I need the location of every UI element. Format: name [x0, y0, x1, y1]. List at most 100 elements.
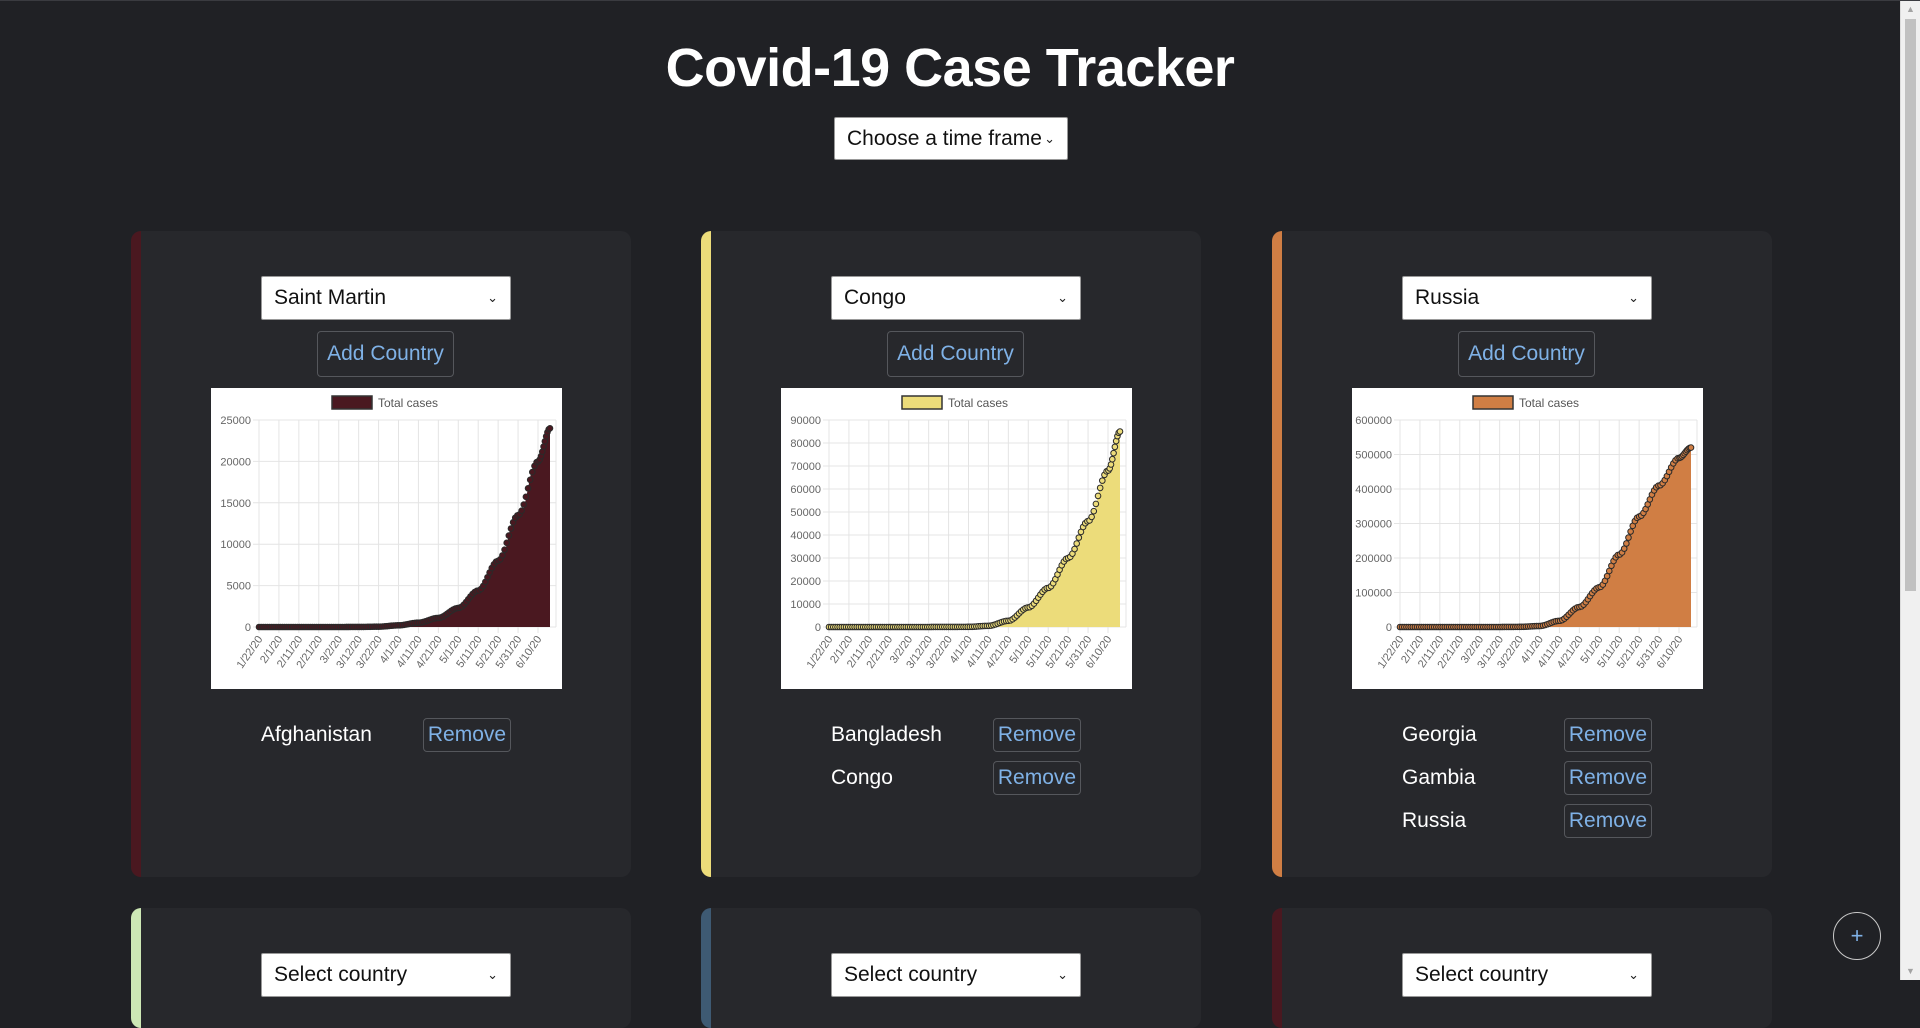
- data-point: [522, 493, 530, 501]
- country-select-value: Select country: [1415, 963, 1549, 986]
- data-point: [505, 532, 513, 539]
- country-card-3: Russia ⌄ Add Country Total cases 600000 50…: [1272, 231, 1772, 877]
- country-card-5: Select country ⌄: [701, 908, 1201, 1028]
- y-tick-label: 100000: [1355, 588, 1392, 600]
- y-tick-label: 10000: [790, 599, 821, 611]
- scrollbar-thumb[interactable]: [1905, 19, 1916, 591]
- remove-button[interactable]: Remove: [1564, 761, 1652, 795]
- data-point: [526, 476, 534, 484]
- country-select[interactable]: Congo ⌄: [831, 276, 1081, 320]
- add-country-button[interactable]: Add Country: [317, 331, 454, 377]
- data-point: [1088, 513, 1095, 521]
- country-select[interactable]: Select country ⌄: [1402, 953, 1652, 997]
- list-item: Congo Remove: [831, 761, 1081, 795]
- data-point: [499, 552, 506, 559]
- data-point: [546, 424, 554, 432]
- y-tick-label: 20000: [220, 456, 251, 468]
- data-point: [518, 507, 525, 514]
- chevron-down-icon: ⌄: [487, 290, 498, 305]
- card-accent: [701, 908, 711, 1028]
- y-tick-label: 25000: [220, 415, 251, 427]
- y-tick-label: 90000: [790, 415, 821, 427]
- data-point: [1092, 500, 1100, 508]
- chevron-down-icon: ⌄: [1057, 290, 1068, 305]
- data-point: [1625, 534, 1632, 541]
- card-accent: [131, 231, 141, 877]
- data-point: [1627, 528, 1634, 535]
- country-card-4: Select country ⌄: [131, 908, 631, 1028]
- country-name: Georgia: [1402, 723, 1477, 746]
- cases-chart: Total cases 600000 500000 400000 300000 20000…: [1352, 388, 1703, 689]
- page-title: Covid-19 Case Tracker: [665, 38, 1235, 98]
- data-point: [520, 501, 528, 508]
- country-card-6: Select country ⌄: [1272, 908, 1772, 1028]
- x-tick-label: 1/22/20: [1376, 634, 1407, 671]
- y-tick-label: 70000: [790, 461, 821, 473]
- legend-swatch: [331, 395, 373, 410]
- page: Covid-19 Case Tracker Choose a time fram…: [0, 1, 1900, 1028]
- chevron-down-icon: ⌄: [1044, 130, 1055, 146]
- country-select-value: Congo: [844, 286, 906, 309]
- data-point: [501, 546, 508, 553]
- legend-swatch: [1472, 395, 1514, 410]
- data-point: [529, 468, 536, 476]
- x-tick-label: 1/22/20: [235, 634, 266, 671]
- country-select[interactable]: Russia ⌄: [1402, 276, 1652, 320]
- scroll-up-arrow-icon[interactable]: ▲: [1901, 1, 1920, 18]
- remove-button[interactable]: Remove: [1564, 804, 1652, 838]
- data-point: [1116, 428, 1124, 435]
- country-card-2: Congo ⌄ Add Country Total cases 90000 8000…: [701, 231, 1201, 877]
- vertical-scrollbar[interactable]: ▲ ▼: [1900, 1, 1920, 980]
- data-point: [1075, 534, 1083, 541]
- data-point: [1687, 444, 1695, 451]
- chart-svg: Total cases 25000 20000 15000 10000 5000 01/22…: [220, 395, 557, 671]
- remove-button[interactable]: Remove: [993, 761, 1081, 795]
- data-point: [1090, 507, 1098, 515]
- data-point: [1094, 492, 1102, 500]
- chart-svg: Total cases 90000 80000 70000 60000 50000 4000…: [790, 395, 1127, 671]
- y-tick-label: 15000: [220, 498, 251, 510]
- data-point: [1110, 449, 1117, 457]
- remove-button[interactable]: Remove: [1564, 718, 1652, 752]
- country-select[interactable]: Select country ⌄: [831, 953, 1081, 997]
- area-series: [1400, 447, 1691, 627]
- legend-label: Total cases: [378, 396, 438, 410]
- data-point: [1111, 443, 1119, 451]
- y-tick-label: 500000: [1355, 450, 1392, 462]
- area-series: [829, 431, 1120, 627]
- x-tick-label: 1/22/20: [805, 634, 836, 671]
- y-tick-label: 5000: [227, 581, 251, 593]
- area-series: [259, 428, 550, 627]
- legend-label: Total cases: [948, 396, 1008, 410]
- card-accent: [701, 231, 711, 877]
- y-tick-label: 50000: [790, 507, 821, 519]
- add-country-button[interactable]: Add Country: [1458, 331, 1595, 377]
- data-point: [503, 539, 510, 547]
- country-select-value: Select country: [844, 963, 978, 986]
- chevron-down-icon: ⌄: [487, 967, 498, 982]
- y-tick-label: 600000: [1355, 415, 1392, 427]
- remove-button[interactable]: Remove: [993, 718, 1081, 752]
- country-select-value: Saint Martin: [274, 286, 387, 309]
- data-point: [1099, 477, 1106, 484]
- remove-button[interactable]: Remove: [423, 718, 511, 752]
- y-tick-label: 0: [1386, 622, 1392, 634]
- country-select[interactable]: Select country ⌄: [261, 953, 511, 997]
- add-card-button[interactable]: +: [1833, 912, 1881, 960]
- y-tick-label: 80000: [790, 438, 821, 450]
- add-country-button[interactable]: Add Country: [887, 331, 1024, 377]
- country-select[interactable]: Saint Martin ⌄: [261, 276, 511, 320]
- list-item: Gambia Remove: [1402, 761, 1652, 795]
- y-tick-label: 0: [815, 622, 821, 634]
- y-tick-label: 30000: [790, 553, 821, 565]
- data-point: [1096, 484, 1104, 492]
- country-select-value: Russia: [1415, 286, 1480, 309]
- data-point: [1071, 545, 1078, 553]
- data-point: [1107, 461, 1115, 468]
- country-name: Afghanistan: [261, 723, 372, 746]
- timeframe-select[interactable]: Choose a time frame ⌄: [834, 117, 1068, 160]
- chevron-down-icon: ⌄: [1628, 290, 1639, 305]
- scroll-down-arrow-icon[interactable]: ▼: [1901, 963, 1920, 980]
- country-name: Congo: [831, 766, 893, 789]
- country-card-1: Saint Martin ⌄ Add Country Total cases 25…: [131, 231, 631, 877]
